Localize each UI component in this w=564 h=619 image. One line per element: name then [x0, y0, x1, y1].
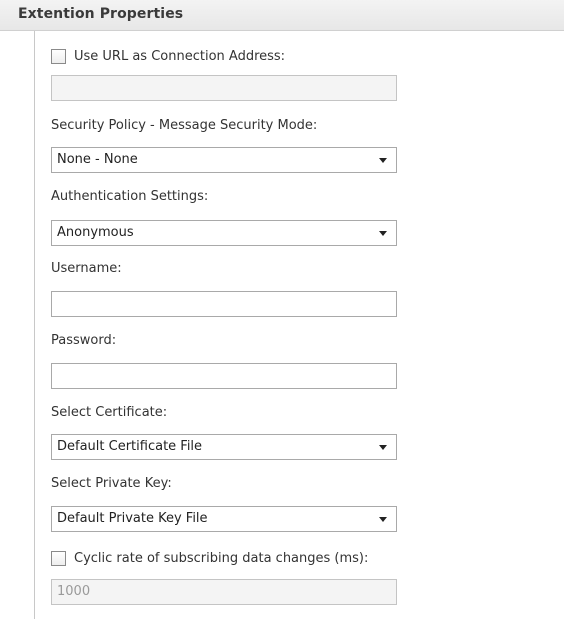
section-header[interactable]: Extention Properties — [0, 0, 564, 31]
authentication-label: Authentication Settings: — [51, 189, 209, 204]
section-title: Extention Properties — [18, 6, 184, 22]
use-url-row[interactable]: Use URL as Connection Address: — [51, 46, 285, 66]
password-label: Password: — [51, 333, 117, 348]
chevron-down-icon — [379, 231, 387, 236]
certificate-value: Default Certificate File — [57, 439, 203, 454]
username-field[interactable] — [51, 291, 397, 317]
username-label: Username: — [51, 261, 122, 276]
chevron-down-icon — [379, 158, 387, 163]
authentication-select[interactable]: Anonymous — [51, 220, 397, 246]
security-policy-select[interactable]: None - None — [51, 147, 397, 173]
cyclic-rate-row[interactable]: Cyclic rate of subscribing data changes … — [51, 548, 368, 568]
connection-address-field[interactable] — [51, 75, 397, 101]
chevron-down-icon — [379, 445, 387, 450]
security-policy-value: None - None — [57, 152, 138, 167]
private-key-select[interactable]: Default Private Key File — [51, 506, 397, 532]
certificate-select[interactable]: Default Certificate File — [51, 434, 397, 460]
private-key-value: Default Private Key File — [57, 511, 208, 526]
certificate-label: Select Certificate: — [51, 405, 168, 420]
extension-properties-panel: Extention Properties Use URL as Connecti… — [0, 0, 564, 619]
authentication-value: Anonymous — [57, 225, 134, 240]
cyclic-rate-field[interactable]: 1000 — [51, 579, 397, 605]
cyclic-rate-checkbox[interactable] — [51, 550, 66, 566]
cyclic-rate-label: Cyclic rate of subscribing data changes … — [74, 550, 369, 566]
use-url-label: Use URL as Connection Address: — [74, 48, 286, 64]
password-field[interactable] — [51, 363, 397, 389]
use-url-checkbox[interactable] — [51, 48, 66, 64]
private-key-label: Select Private Key: — [51, 476, 172, 491]
chevron-down-icon — [379, 517, 387, 522]
security-policy-label: Security Policy - Message Security Mode: — [51, 118, 318, 133]
